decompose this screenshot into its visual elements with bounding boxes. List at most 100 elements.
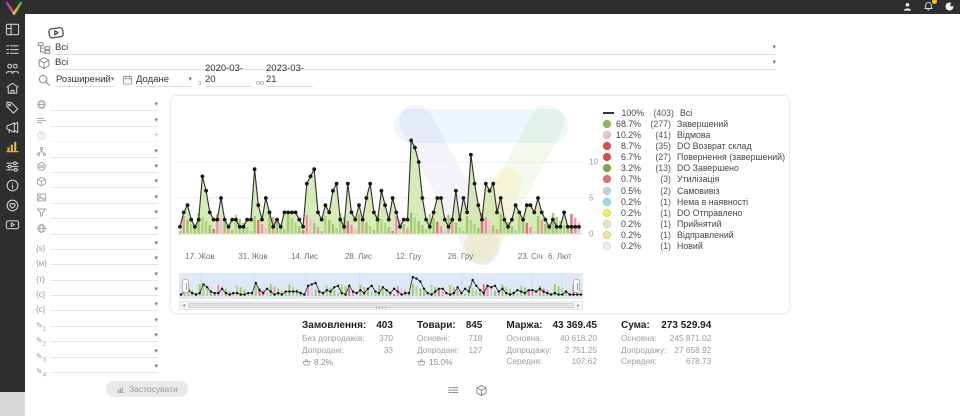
sidebar-item-integrations[interactable] [5, 159, 20, 174]
filter-select-field[interactable]: ▾ [51, 315, 158, 327]
legend-item[interactable]: 68.7%(277)Завершений [603, 118, 787, 129]
legend-item[interactable]: 0.2%(1)Новий [603, 241, 787, 252]
filter-row-funnel[interactable]: ▾ [36, 204, 158, 219]
sidebar-item-store[interactable] [5, 81, 20, 96]
chart-scrollbar[interactable]: ◂ ▸ [179, 301, 583, 310]
stat-title: Замовлення: [302, 320, 366, 331]
svg-text:10: 10 [589, 158, 598, 167]
stat-subrow: Допродані:127 [417, 345, 482, 357]
legend-item[interactable]: 0.7%(3)Утилізація [603, 174, 787, 185]
legend-count: (2) [641, 186, 671, 196]
filter-row-var-c1[interactable]: {с}▾ [36, 281, 158, 296]
filter-select-field[interactable]: ▾ [51, 253, 158, 265]
profile-icon[interactable] [902, 1, 913, 12]
filter-row-media[interactable]: ▾ [36, 188, 158, 203]
legend-item[interactable]: 0.5%(2)Самовивіз [603, 185, 787, 196]
filter-select-field[interactable]: ▾ [51, 146, 158, 158]
legend-swatch [603, 220, 611, 228]
legend-item[interactable]: 0.2%(1)DO Отправлено [603, 207, 787, 218]
apply-button[interactable]: Застосувати [106, 381, 188, 397]
lines-icon [36, 115, 51, 127]
category-filter-select[interactable]: Всі ▾ [55, 41, 776, 55]
users-tree-icon [36, 146, 51, 158]
search-icon [37, 73, 51, 87]
stat-column: Товари:845Основні:718Допродані:12715.0% [417, 320, 482, 368]
filter-row-source[interactable]: ▾ [36, 158, 158, 173]
sidebar-item-marketing[interactable] [5, 120, 20, 135]
video-help-icon[interactable] [43, 22, 69, 42]
x-axis-label: 14. Лис [291, 252, 318, 261]
filter-row-custom-field-3[interactable]: ✎3▾ [36, 342, 158, 357]
minimap-left-handle[interactable] [182, 279, 189, 293]
products-box-icon[interactable] [475, 384, 488, 397]
chevron-down-icon: ▾ [154, 331, 158, 341]
filter-select-field[interactable]: ▾ [51, 299, 158, 311]
legend-item[interactable]: 100%(403)Всі [603, 107, 787, 118]
filter-select-field[interactable]: ▾ [51, 130, 158, 142]
legend-item[interactable]: 0.2%(1)Прийнятий [603, 218, 787, 229]
date-from-input[interactable]: 2020-03-20 [205, 73, 252, 87]
filter-row-region[interactable]: ▾ [36, 219, 158, 234]
filter-select-field[interactable]: ▾ [51, 207, 158, 219]
filter-row-custom-field-4[interactable]: ✎4▾ [36, 358, 158, 373]
chevron-down-icon: ▾ [154, 208, 158, 218]
filter-row-custom-field-1[interactable]: ✎1▾ [36, 311, 158, 326]
minimap-right-handle[interactable] [573, 279, 580, 293]
filter-select-field[interactable]: ▾ [51, 284, 158, 296]
filter-row-var-c2[interactable]: {с}▾ [36, 296, 158, 311]
date-field-select[interactable]: Додане ▾ [136, 73, 192, 87]
legend-item[interactable]: 0.2%(1)Нема в наявності [603, 196, 787, 207]
sidebar-item-info[interactable] [5, 178, 20, 193]
search-mode-select[interactable]: Розширений ▾ [56, 73, 114, 87]
filter-select-field[interactable]: ▾ [51, 99, 158, 111]
filter-row-help[interactable]: ▾ [36, 127, 158, 142]
legend-item[interactable]: 6.7%(27)Повернення (завершений) [603, 152, 787, 163]
filter-row-var-t[interactable]: {т}▾ [36, 265, 158, 280]
chevron-down-icon: ▾ [154, 224, 158, 234]
chevron-down-icon: ▾ [154, 193, 158, 203]
filter-row-custom-field-2[interactable]: ✎2▾ [36, 327, 158, 342]
scroll-right-icon[interactable]: ▸ [577, 302, 580, 310]
filter-select-field[interactable]: ▾ [51, 161, 158, 173]
filter-select-field[interactable]: ▾ [51, 361, 158, 373]
glyph-var-c2-icon: {с} [36, 299, 51, 311]
date-to-input[interactable]: 2023-03-21 [266, 73, 313, 87]
sidebar-item-support[interactable] [5, 198, 20, 213]
glyph-var-t-icon: {т} [36, 269, 51, 281]
sphere-icon [36, 161, 51, 173]
filter-select-field[interactable]: ▾ [51, 192, 158, 204]
filter-select-field[interactable]: ▾ [51, 238, 158, 250]
avatar-icon[interactable] [944, 1, 955, 12]
filter-select-field[interactable]: ▾ [51, 115, 158, 127]
sidebar-item-dashboard[interactable] [5, 22, 20, 37]
app-logo[interactable] [2, 0, 26, 16]
sidebar-item-sales-tags[interactable] [5, 100, 20, 115]
filter-select-field[interactable]: ▾ [51, 223, 158, 235]
legend-item[interactable]: 8.7%(35)DO Возврат склад [603, 140, 787, 151]
filter-row-managers[interactable]: ▾ [36, 142, 158, 157]
filter-row-statuses[interactable]: ▾ [36, 111, 158, 126]
filter-row-var-s[interactable]: {s}▾ [36, 235, 158, 250]
legend-swatch [603, 164, 611, 172]
scroll-left-icon[interactable]: ◂ [182, 302, 185, 310]
summary-list-icon[interactable] [447, 384, 460, 397]
globe-icon [36, 99, 51, 111]
scrollbar-thumb[interactable] [188, 303, 574, 308]
filter-select-field[interactable]: ▾ [51, 176, 158, 188]
chart-minimap[interactable] [179, 273, 583, 299]
filter-select-field[interactable]: ▾ [51, 269, 158, 281]
sidebar-item-video-lessons[interactable] [5, 217, 20, 232]
filter-row-products[interactable]: ▾ [36, 173, 158, 188]
legend-item[interactable]: 0.2%(1)Відправлений [603, 230, 787, 241]
sidebar-item-analytics[interactable] [5, 139, 20, 154]
notifications-bell-icon[interactable] [923, 1, 934, 12]
legend-item[interactable]: 3.2%(13)DO Завершено [603, 163, 787, 174]
legend-item[interactable]: 10.2%(41)Відмова [603, 129, 787, 140]
filter-select-field[interactable]: ▾ [51, 346, 158, 358]
sidebar-item-orders[interactable] [5, 42, 20, 57]
filter-row-var-m[interactable]: {м}▾ [36, 250, 158, 265]
product-filter-select[interactable]: Всі ▾ [55, 56, 776, 70]
sidebar-item-customers[interactable] [5, 61, 20, 76]
filter-row-status-group[interactable]: ▾ [36, 96, 158, 111]
filter-select-field[interactable]: ▾ [51, 330, 158, 342]
